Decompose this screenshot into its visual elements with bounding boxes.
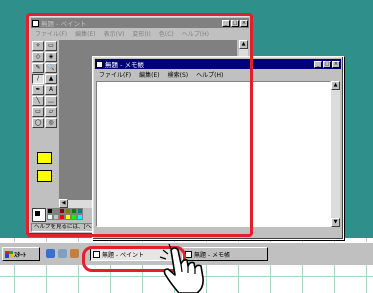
close-button[interactable]: × [332, 60, 340, 68]
channel-icon[interactable] [70, 249, 79, 258]
scroll-up-arrow[interactable]: ▲ [331, 81, 340, 90]
desktop-icon[interactable] [58, 249, 67, 258]
paint-window-highlight [26, 13, 253, 237]
minimize-button[interactable]: _ [314, 60, 322, 68]
start-button[interactable]: ｽﾀｰﾄ [2, 247, 40, 261]
start-label: ｽﾀｰﾄ [14, 251, 27, 259]
browser-icon[interactable] [46, 249, 55, 258]
scroll-down-arrow[interactable]: ▼ [331, 218, 340, 227]
maximize-button[interactable]: □ [323, 60, 331, 68]
pointing-hand-icon [159, 244, 204, 293]
windows-logo-icon [5, 250, 13, 258]
notepad-vertical-scrollbar[interactable]: ▲ ▼ [331, 81, 340, 227]
